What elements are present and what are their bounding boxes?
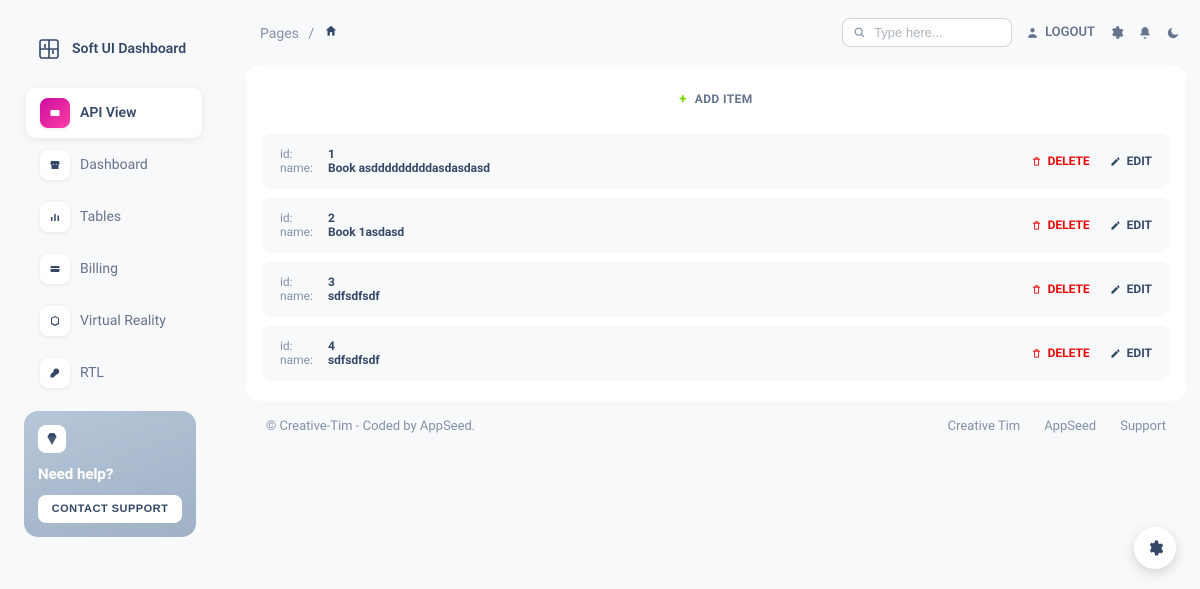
- row-name: sdfsdfsdf: [328, 289, 380, 303]
- search-input[interactable]: [874, 25, 1001, 40]
- logout-label: LOGOUT: [1045, 25, 1095, 40]
- sidebar-item-tables[interactable]: Tables: [26, 192, 202, 242]
- diamond-icon: [38, 425, 66, 453]
- footer: © Creative-Tim - Coded by AppSeed. Creat…: [246, 401, 1186, 452]
- sidebar-item-label: RTL: [80, 365, 104, 381]
- home-icon[interactable]: [324, 26, 338, 42]
- gear-icon: [1146, 539, 1164, 557]
- moon-icon[interactable]: [1166, 26, 1180, 40]
- search-icon: [853, 26, 866, 39]
- chart-icon: [40, 202, 70, 232]
- delete-label: DELETE: [1048, 282, 1090, 296]
- footer-link-appseed[interactable]: AppSeed: [1044, 419, 1096, 434]
- sidebar-item-billing[interactable]: Billing: [26, 244, 202, 294]
- sidebar-item-label: Virtual Reality: [80, 313, 166, 329]
- sidebar-item-label: API View: [80, 105, 136, 121]
- delete-button[interactable]: DELETE: [1031, 218, 1090, 232]
- trash-icon: [1031, 156, 1042, 167]
- breadcrumb-root[interactable]: Pages: [260, 26, 299, 42]
- edit-button[interactable]: EDIT: [1110, 346, 1152, 360]
- sidebar-item-rtl[interactable]: RTL: [26, 348, 202, 398]
- delete-button[interactable]: DELETE: [1031, 154, 1090, 168]
- row-id: 2: [328, 211, 335, 225]
- row-name: Book asdddddddddasdasdasd: [328, 161, 490, 175]
- edit-label: EDIT: [1127, 346, 1152, 360]
- search-input-wrapper[interactable]: [842, 18, 1012, 47]
- name-label: name:: [280, 161, 318, 175]
- brand[interactable]: Soft UI Dashboard: [16, 16, 212, 86]
- delete-label: DELETE: [1048, 346, 1090, 360]
- trash-icon: [1031, 284, 1042, 295]
- footer-link-support[interactable]: Support: [1120, 419, 1166, 434]
- delete-label: DELETE: [1048, 154, 1090, 168]
- plus-icon: +: [679, 92, 686, 107]
- edit-button[interactable]: EDIT: [1110, 282, 1152, 296]
- pencil-icon: [1110, 284, 1121, 295]
- edit-label: EDIT: [1127, 282, 1152, 296]
- delete-button[interactable]: DELETE: [1031, 282, 1090, 296]
- table-row: id: 3 name: sdfsdfsdf DELETE EDIT: [262, 261, 1170, 317]
- row-id: 3: [328, 275, 335, 289]
- help-card: Need help? CONTACT SUPPORT: [24, 411, 196, 537]
- edit-button[interactable]: EDIT: [1110, 154, 1152, 168]
- brand-title: Soft UI Dashboard: [72, 41, 186, 57]
- trash-icon: [1031, 348, 1042, 359]
- name-label: name:: [280, 289, 318, 303]
- footer-link-creative-tim[interactable]: Creative Tim: [948, 419, 1021, 434]
- name-label: name:: [280, 353, 318, 367]
- id-label: id:: [280, 275, 318, 289]
- id-label: id:: [280, 211, 318, 225]
- settings-fab[interactable]: [1134, 527, 1176, 569]
- sidebar-item-api-view[interactable]: API View: [26, 88, 202, 138]
- delete-button[interactable]: DELETE: [1031, 346, 1090, 360]
- pencil-icon: [1110, 220, 1121, 231]
- brand-logo-icon: [36, 36, 62, 62]
- sidebar-item-label: Billing: [80, 261, 118, 277]
- bell-icon[interactable]: [1138, 26, 1152, 40]
- row-name: sdfsdfsdf: [328, 353, 380, 367]
- edit-label: EDIT: [1127, 154, 1152, 168]
- contact-support-button[interactable]: CONTACT SUPPORT: [38, 495, 182, 523]
- row-id: 4: [328, 339, 335, 353]
- breadcrumb-sep: /: [308, 26, 314, 42]
- help-title: Need help?: [38, 465, 182, 483]
- id-label: id:: [280, 339, 318, 353]
- items-card: + ADD ITEM id: 1 name: Book asdddddddddasdas…: [246, 65, 1186, 401]
- gear-icon[interactable]: [1109, 25, 1124, 40]
- pencil-icon: [1110, 156, 1121, 167]
- row-name: Book 1asdasd: [328, 225, 404, 239]
- user-icon: [1026, 26, 1039, 39]
- table-row: id: 2 name: Book 1asdasd DELETE EDIT: [262, 197, 1170, 253]
- card-icon: [40, 98, 70, 128]
- edit-button[interactable]: EDIT: [1110, 218, 1152, 232]
- cube-icon: [40, 306, 70, 336]
- sidebar-item-label: Tables: [80, 209, 121, 225]
- credit-card-icon: [40, 254, 70, 284]
- tools-icon: [40, 358, 70, 388]
- pencil-icon: [1110, 348, 1121, 359]
- footer-copyright: © Creative-Tim - Coded by AppSeed.: [266, 419, 475, 434]
- shop-icon: [40, 150, 70, 180]
- table-row: id: 4 name: sdfsdfsdf DELETE EDIT: [262, 325, 1170, 381]
- edit-label: EDIT: [1127, 218, 1152, 232]
- delete-label: DELETE: [1048, 218, 1090, 232]
- row-id: 1: [328, 147, 335, 161]
- logout-button[interactable]: LOGOUT: [1026, 25, 1095, 40]
- table-row: id: 1 name: Book asdddddddddasdasdasd DELETE…: [262, 133, 1170, 189]
- add-item-label: ADD ITEM: [695, 92, 753, 106]
- sidebar-item-virtual-reality[interactable]: Virtual Reality: [26, 296, 202, 346]
- name-label: name:: [280, 225, 318, 239]
- breadcrumb: Pages /: [260, 24, 338, 42]
- id-label: id:: [280, 147, 318, 161]
- sidebar-item-label: Dashboard: [80, 157, 148, 173]
- sidebar-item-dashboard[interactable]: Dashboard: [26, 140, 202, 190]
- trash-icon: [1031, 220, 1042, 231]
- add-item-button[interactable]: + ADD ITEM: [679, 92, 752, 106]
